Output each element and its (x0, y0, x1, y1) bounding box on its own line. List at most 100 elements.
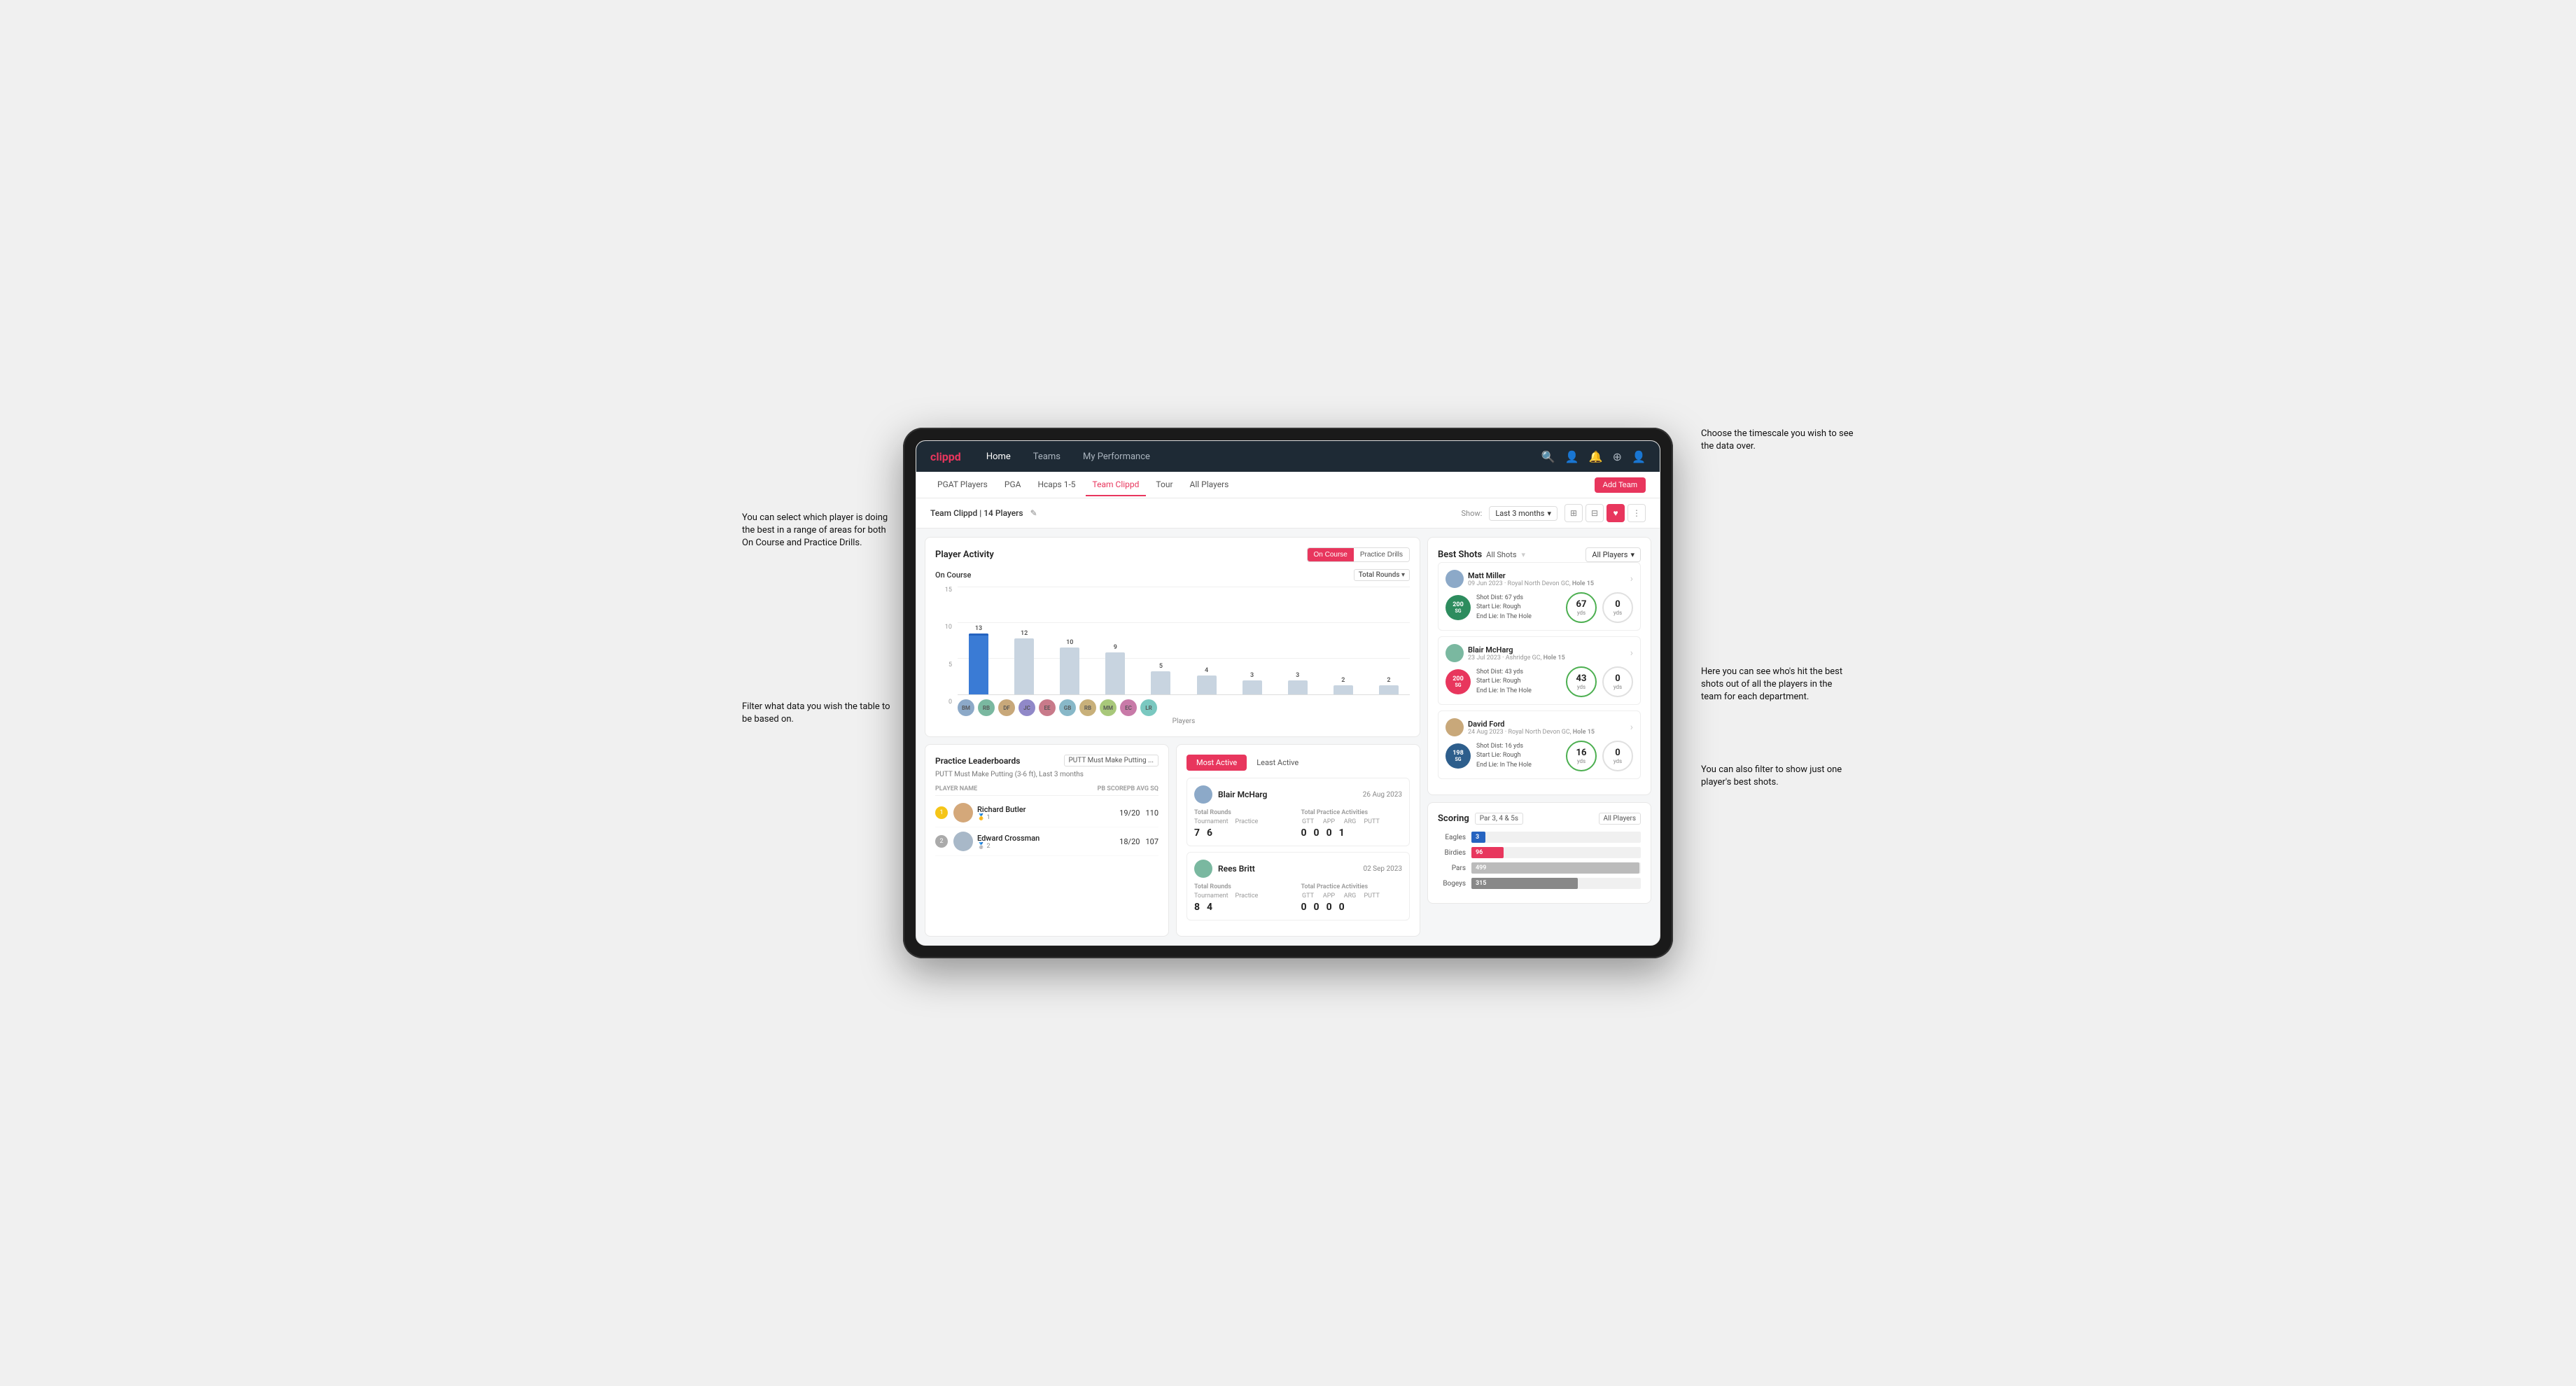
shot-card-1[interactable]: Matt Miller 09 Jun 2023 · Royal North De… (1438, 562, 1641, 631)
stat-practice-2: Total Practice Activities GTT APP ARG PU… (1301, 883, 1403, 913)
avatar-2: RB (978, 699, 995, 716)
view-settings-button[interactable]: ⋮ (1628, 504, 1646, 522)
shot-player-info-2: 23 Jul 2023 · Ashridge GC, Hole 15 (1468, 654, 1565, 662)
player-activity-card: Player Activity On Course Practice Drill… (925, 537, 1420, 737)
y-axis: 15 10 5 0 (935, 587, 955, 706)
annotation-left-top: You can select which player is doing the… (742, 512, 896, 550)
shot-card-3[interactable]: David Ford 24 Aug 2023 · Royal North Dev… (1438, 710, 1641, 779)
shot-meta-2: Shot Dist: 43 yds Start Lie: Rough End L… (1476, 668, 1560, 696)
total-rounds-dropdown[interactable]: Total Rounds ▾ (1354, 569, 1410, 581)
annotation-right-bottom: You can also filter to show just one pla… (1701, 764, 1855, 789)
player-rank-2: 🥈 2 (977, 843, 1040, 850)
bar-b-mcharg: 13 (958, 625, 1000, 694)
view-card-button[interactable]: ♥ (1606, 504, 1625, 522)
users-icon[interactable]: 👤 (1565, 450, 1579, 463)
x-avatars-row: BM RB DF JC EE GB RB MM EC LR (958, 695, 1410, 716)
user-icon[interactable]: 👤 (1632, 450, 1646, 463)
tab-all-shots[interactable]: All Shots (1486, 548, 1516, 561)
player-activity-title: Player Activity (935, 550, 994, 560)
leaderboard-dropdown[interactable]: PUTT Must Make Putting ... (1064, 755, 1159, 766)
nav-icons: 🔍 👤 🔔 ⊕ 👤 (1541, 450, 1646, 463)
search-icon[interactable]: 🔍 (1541, 450, 1555, 463)
show-label: Show: (1462, 509, 1483, 518)
shot-dist-badge-3: 16 yds (1566, 741, 1597, 771)
team-header: Team Clippd | 14 Players ✎ Show: Last 3 … (916, 498, 1660, 528)
nav-link-myperformance[interactable]: My Performance (1079, 451, 1154, 462)
plus-icon[interactable]: ⊕ (1613, 450, 1622, 463)
view-grid-button[interactable]: ⊟ (1586, 504, 1604, 522)
scoring-label-eagles: Eagles (1438, 834, 1466, 841)
y-label-5: 5 (948, 662, 952, 668)
best-shots-card: Best Shots All Shots ▾ All Players ▾ (1427, 537, 1651, 795)
view-list-button[interactable]: ⊞ (1564, 504, 1583, 522)
scoring-row-birdies: Birdies 96 (1438, 847, 1641, 858)
shot-chevron-1: › (1630, 573, 1633, 584)
scoring-row-pars: Pars 499 (1438, 862, 1641, 874)
annotation-right-mid: Here you can see who's hit the best shot… (1701, 666, 1855, 704)
add-team-button[interactable]: Add Team (1595, 477, 1646, 493)
x-axis-label: Players (958, 718, 1410, 725)
col-pb: PB SCORE (1098, 785, 1127, 792)
player-avatar-2 (953, 832, 973, 851)
activity-chart: 15 10 5 0 (935, 587, 1410, 727)
player-avg-2: 107 (1145, 837, 1158, 846)
nav-link-home[interactable]: Home (982, 451, 1015, 462)
stat-rounds-1: Total Rounds Tournament Practice 7 (1194, 809, 1296, 839)
scoring-fill-birdies: 96 (1471, 847, 1504, 858)
sub-nav-pgat[interactable]: PGAT Players (930, 474, 995, 496)
all-players-dropdown[interactable]: All Players ▾ (1586, 547, 1641, 562)
nav-link-teams[interactable]: Teams (1029, 451, 1065, 462)
all-players-label: All Players (1592, 550, 1628, 559)
y-label-10: 10 (945, 624, 952, 631)
shot-details-row-2: 200 SG Shot Dist: 43 yds Start Lie: Roug… (1446, 666, 1633, 697)
avatar-3: DF (998, 699, 1015, 716)
bar-fill-1 (969, 634, 988, 694)
chart-bars: 13 12 (958, 587, 1410, 695)
activity-avatar-2 (1194, 860, 1212, 878)
scoring-bar-bogeys: 315 (1471, 878, 1641, 889)
shot-player-name-2: Blair McHarg (1468, 645, 1565, 654)
shot-meta-3: Shot Dist: 16 yds Start Lie: Rough End L… (1476, 742, 1560, 771)
scoring-label-birdies: Birdies (1438, 849, 1466, 857)
activity-stats-2: Total Rounds Tournament Practice 8 (1194, 883, 1402, 913)
annotation-left-bottom: Filter what data you wish the table to b… (742, 701, 896, 726)
sub-nav-hcaps[interactable]: Hcaps 1-5 (1030, 474, 1082, 496)
scoring-header: Scoring Par 3, 4 & 5s All Players (1438, 813, 1641, 825)
sub-nav-allplayers[interactable]: All Players (1183, 474, 1236, 496)
player-info-1: Richard Butler 🥇 1 (953, 803, 1114, 822)
col-avg: PB AVG SQ (1127, 785, 1158, 792)
scoring-fill-eagles: 3 (1471, 832, 1485, 843)
edit-icon[interactable]: ✎ (1030, 508, 1037, 518)
scoring-title: Scoring (1438, 813, 1469, 824)
scoring-dropdown2[interactable]: All Players (1599, 813, 1642, 825)
shot-card-2[interactable]: Blair McHarg 23 Jul 2023 · Ashridge GC, … (1438, 636, 1641, 705)
bar-r-butler: 3 (1231, 672, 1273, 694)
sub-nav-tour[interactable]: Tour (1149, 474, 1180, 496)
sub-nav-teamclippd[interactable]: Team Clippd (1086, 474, 1147, 496)
scoring-fill-pars: 499 (1471, 862, 1639, 874)
bell-icon[interactable]: 🔔 (1589, 450, 1603, 463)
bar-fill-5 (1151, 671, 1170, 694)
scoring-row-bogeys: Bogeys 315 (1438, 878, 1641, 889)
team-title: Team Clippd | 14 Players (930, 508, 1023, 518)
shot-avatar-2 (1446, 644, 1464, 662)
tab-most-active[interactable]: Most Active (1186, 755, 1247, 771)
leaderboard-header: Practice Leaderboards PUTT Must Make Put… (935, 755, 1158, 766)
show-dropdown[interactable]: Last 3 months ▾ (1489, 506, 1558, 521)
toggle-on-course[interactable]: On Course (1308, 548, 1354, 561)
avatar-4: JC (1018, 699, 1035, 716)
toggle-practice[interactable]: Practice Drills (1354, 548, 1409, 561)
leaderboard-row-1: 1 Richard Butler 🥇 1 19/20 110 (935, 799, 1158, 827)
player-pb-2: 18/20 (1119, 837, 1140, 846)
shot-chevron-3: › (1630, 722, 1633, 733)
bar-e-ebert: 5 (1140, 663, 1182, 694)
shot-zero-badge-1: 0 yds (1602, 592, 1633, 623)
practice-leaderboard-card: Practice Leaderboards PUTT Must Make Put… (925, 744, 1169, 937)
player-avg-1: 110 (1145, 808, 1158, 818)
shot-zero-badge-2: 0 yds (1602, 666, 1633, 697)
sub-nav-pga[interactable]: PGA (997, 474, 1028, 496)
bar-fill-6 (1197, 676, 1217, 694)
tab-least-active[interactable]: Least Active (1247, 755, 1308, 771)
scoring-bar-pars: 499 (1471, 862, 1641, 874)
scoring-dropdown1[interactable]: Par 3, 4 & 5s (1475, 813, 1523, 825)
